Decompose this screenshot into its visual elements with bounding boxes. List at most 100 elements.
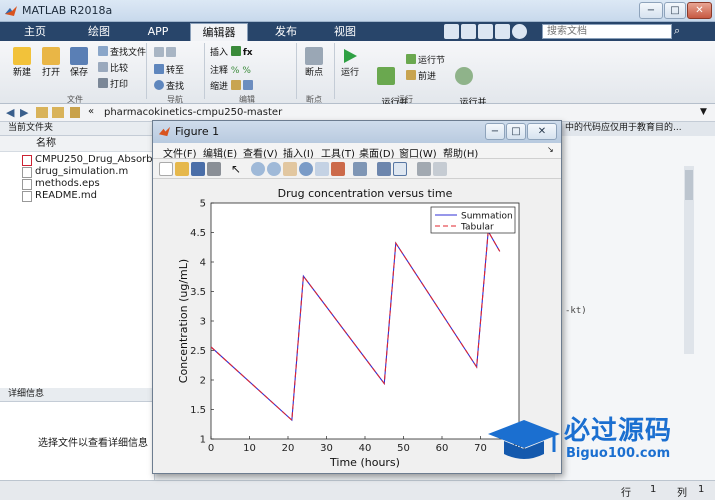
back-forward-arrows[interactable] [154,47,178,59]
search-docs-input[interactable] [542,24,672,39]
figure-close-button[interactable]: ✕ [527,123,557,140]
row-value: 1 [650,484,657,495]
legend-entry: Summation [461,212,513,222]
tab-home[interactable]: 主页 [2,23,68,41]
comment-label: 注释 [210,66,229,76]
zoom-in-icon[interactable] [251,162,265,176]
ribbon-separator [204,43,205,99]
ribbon-separator [334,43,335,99]
browse-folder-icon[interactable] [52,107,64,118]
maximize-button[interactable]: □ [664,2,686,19]
menu-window[interactable]: 窗口(W) [399,145,437,160]
m-file-icon [22,167,32,178]
up-folder-icon[interactable] [36,107,48,118]
legend-icon[interactable] [393,162,407,176]
back-arrow-icon[interactable]: ◀ [6,106,14,119]
menu-insert[interactable]: 插入(I) [283,145,314,160]
new-figure-icon[interactable] [159,162,173,176]
insert-label: 插入 [210,48,229,58]
advance-button[interactable]: 前进 [406,69,436,82]
find-label: 查找 [166,82,185,92]
chart-title: Drug concentration versus time [278,187,453,200]
insert-button[interactable]: 插入 fx [210,45,253,58]
open-file-icon[interactable] [175,162,189,176]
menu-view[interactable]: 查看(V) [243,145,278,160]
figure-menu-bar: 文件(F) 编辑(E) 查看(V) 插入(I) 工具(T) 桌面(D) 窗口(W… [153,143,561,160]
colorbar-icon[interactable] [377,162,391,176]
breakpoints-button[interactable]: 断点 [300,47,328,78]
figure-maximize-button[interactable]: □ [506,123,526,140]
file-name: drug_simulation.m [35,166,129,177]
forward-arrow-icon[interactable]: ▶ [20,106,28,119]
tab-plots[interactable]: 绘图 [70,23,128,41]
search-icon[interactable]: ⌕ [674,24,688,39]
goto-button[interactable]: 转至 [154,63,184,76]
indent-button[interactable]: 缩进 [210,79,255,92]
rotate-3d-icon[interactable] [299,162,313,176]
open-label: 打开 [41,68,60,78]
y-tick-label: 3.5 [190,287,206,298]
print-button[interactable]: 打印 [98,77,128,90]
x-tick-label: 10 [243,443,256,454]
pan-hand-icon[interactable] [283,162,297,176]
tab-editor[interactable]: 编辑器 [190,23,248,41]
pointer-icon[interactable]: ↖ [231,162,245,176]
run-section-label: 运行节 [418,56,446,66]
col-value: 1 [698,484,705,495]
menu-file[interactable]: 文件(F) [163,145,197,160]
brush-icon[interactable] [331,162,345,176]
menu-edit[interactable]: 编辑(E) [203,145,237,160]
figure-title-bar: Figure 1 − □ ✕ [153,121,561,143]
zoom-out-icon[interactable] [267,162,281,176]
percent-icon: % [242,66,251,76]
run-button[interactable]: 运行 [338,47,362,78]
compare-button[interactable]: 比较 [98,61,128,74]
comment-button[interactable]: 注释 % % [210,63,251,76]
save-button[interactable]: 保存 [66,47,92,78]
chevron-down-icon[interactable]: ▼ [700,107,707,117]
data-cursor-icon[interactable] [315,162,329,176]
cut-quick-icon[interactable] [461,24,476,39]
menu-help[interactable]: 帮助(H) [443,145,478,160]
new-label: 新建 [12,68,31,78]
name-column-header[interactable]: 名称 [0,136,155,152]
run-section-button[interactable]: 运行节 [406,53,445,66]
scrollbar-thumb[interactable] [685,170,693,200]
dock-arrow-icon[interactable]: ↘ [547,145,554,154]
menu-tools[interactable]: 工具(T) [321,145,355,160]
hide-tools-icon[interactable] [417,162,431,176]
new-button[interactable]: 新建 [8,47,36,78]
goto-icon [154,64,164,74]
minimize-button[interactable]: − [639,2,663,19]
save-quick-icon[interactable] [444,24,459,39]
compare-icon [98,62,108,72]
undo-quick-icon[interactable] [495,24,510,39]
indent-icon [230,80,241,90]
find-button[interactable]: 查找 [154,79,184,92]
find-files-button[interactable]: 查找文件 [98,45,146,58]
close-button[interactable]: ✕ [687,2,712,19]
x-tick-label: 0 [208,443,214,454]
watermark: 必过源码 Biguo100.com [484,410,704,466]
open-button[interactable]: 打开 [38,47,64,78]
link-plot-icon[interactable] [353,162,367,176]
help-icon[interactable] [512,24,527,39]
show-tools-icon[interactable] [433,162,447,176]
insert-icon [230,46,241,56]
tab-publish[interactable]: 发布 [256,23,316,41]
current-folder-panel: 当前文件夹 名称 CMPU250_Drug_Absorbtion. drug_s… [0,122,175,388]
copy-quick-icon[interactable] [478,24,493,39]
matlab-logo-icon [158,126,171,137]
find-files-icon [98,46,108,56]
y-axis-label: Concentration (ug/mL) [177,259,190,383]
figure-minimize-button[interactable]: − [485,123,505,140]
print-figure-icon[interactable] [207,162,221,176]
menu-desktop[interactable]: 桌面(D) [359,145,395,160]
folder-icon [70,107,80,118]
tab-apps[interactable]: APP [130,23,186,41]
file-name: methods.eps [35,178,100,189]
current-path[interactable]: pharmacokinetics-cmpu250-master [104,107,282,118]
save-figure-icon[interactable] [191,162,205,176]
editor-scrollbar[interactable] [684,166,694,354]
tab-view[interactable]: 视图 [318,23,372,41]
